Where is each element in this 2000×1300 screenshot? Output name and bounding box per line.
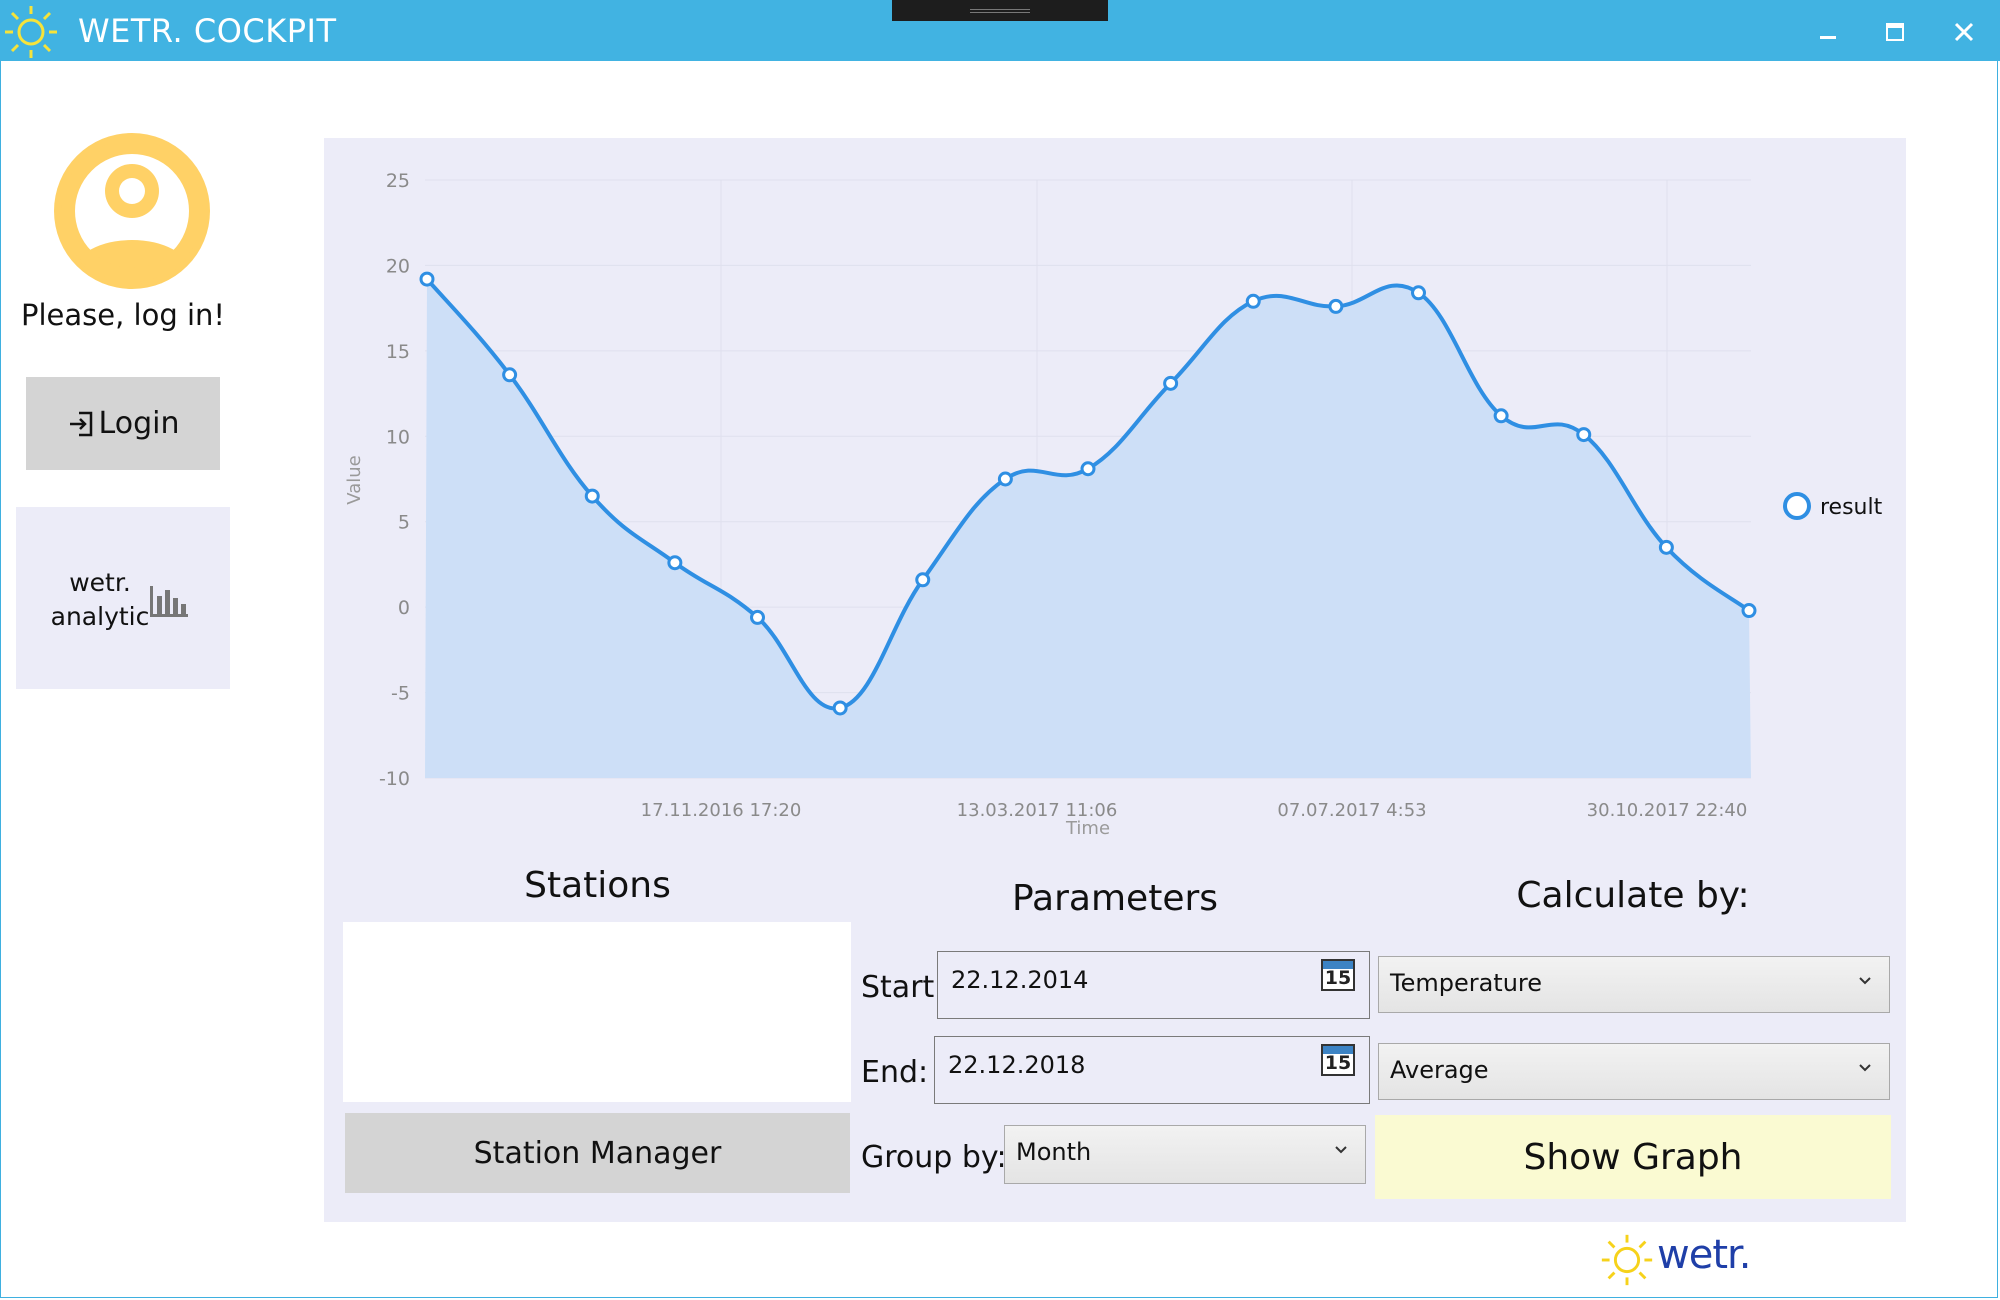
data-point[interactable] bbox=[1411, 285, 1426, 301]
analytic-label-line2: analytic bbox=[50, 602, 150, 631]
data-point[interactable] bbox=[915, 572, 931, 588]
y-tick-label: 20 bbox=[386, 255, 410, 277]
parameter-value: Temperature bbox=[1390, 969, 1543, 997]
data-point[interactable] bbox=[1328, 298, 1344, 314]
legend[interactable]: result bbox=[1783, 492, 1883, 520]
station-manager-button[interactable]: Station Manager bbox=[345, 1113, 850, 1193]
calculate-title: Calculate by: bbox=[1516, 875, 1750, 916]
calculation-value: Average bbox=[1390, 1056, 1489, 1084]
group-by-select[interactable]: Month bbox=[1004, 1125, 1366, 1184]
y-tick-label: 5 bbox=[398, 512, 410, 534]
start-date-value: 22.12.2014 bbox=[951, 966, 1089, 994]
bar-chart-icon bbox=[150, 586, 188, 617]
y-tick-label: 25 bbox=[386, 170, 410, 192]
group-by-label: Group by: bbox=[861, 1140, 1007, 1175]
sun-icon bbox=[1601, 1234, 1653, 1286]
login-prompt: Please, log in! bbox=[20, 298, 226, 332]
close-icon bbox=[1954, 22, 1974, 42]
data-point[interactable] bbox=[1658, 539, 1674, 555]
drag-handle[interactable] bbox=[892, 0, 1108, 21]
brand-logo-text: wetr. bbox=[1657, 1232, 1751, 1278]
y-tick-label: 0 bbox=[398, 597, 410, 619]
calendar-icon[interactable]: 15 bbox=[1321, 959, 1355, 991]
data-point[interactable] bbox=[502, 367, 518, 383]
data-point[interactable] bbox=[667, 555, 683, 571]
data-point[interactable] bbox=[1080, 461, 1096, 477]
end-date-value: 22.12.2018 bbox=[948, 1051, 1086, 1079]
analytic-label-line1: wetr. bbox=[69, 568, 131, 597]
y-tick-label: -10 bbox=[379, 768, 410, 790]
minimize-icon bbox=[1820, 36, 1836, 39]
temperature-chart[interactable]: 25 20 15 10 5 0 -5 -10 17.11.2016 17:20 13.03.20… bbox=[324, 138, 1906, 848]
chevron-down-icon bbox=[1335, 1146, 1347, 1154]
x-tick-label: 17.11.2016 17:20 bbox=[641, 800, 802, 821]
maximize-icon bbox=[1886, 23, 1904, 41]
x-axis-ticks: 17.11.2016 17:20 13.03.2017 11:06 07.07.20… bbox=[641, 800, 1748, 821]
end-label: End: bbox=[861, 1055, 929, 1090]
data-point[interactable] bbox=[997, 471, 1013, 487]
login-button-label: Login bbox=[98, 406, 180, 441]
data-point[interactable] bbox=[832, 700, 848, 716]
start-date-picker[interactable]: 22.12.2014 15 bbox=[937, 951, 1370, 1019]
y-axis-label: Value bbox=[344, 455, 365, 504]
data-point[interactable] bbox=[1163, 375, 1179, 391]
close-button[interactable] bbox=[1942, 10, 1986, 54]
calendar-icon[interactable]: 15 bbox=[1321, 1044, 1355, 1076]
chevron-down-icon bbox=[1859, 977, 1871, 985]
calculation-select[interactable]: Average bbox=[1378, 1043, 1890, 1100]
maximize-button[interactable] bbox=[1873, 10, 1917, 54]
app-title: WETR. COCKPIT bbox=[78, 12, 337, 50]
analytic-label: wetr. analytic bbox=[40, 566, 160, 634]
legend-marker bbox=[1783, 492, 1811, 520]
y-axis-ticks: 25 20 15 10 5 0 -5 -10 bbox=[379, 170, 410, 790]
legend-label: result bbox=[1820, 495, 1883, 520]
sun-logo-icon bbox=[5, 6, 57, 58]
stations-list[interactable] bbox=[343, 922, 851, 1102]
x-axis-label: Time bbox=[1065, 818, 1110, 839]
data-point[interactable] bbox=[584, 488, 600, 504]
data-point[interactable] bbox=[1245, 293, 1261, 309]
minimize-button[interactable] bbox=[1806, 10, 1850, 54]
group-by-value: Month bbox=[1016, 1138, 1092, 1166]
chevron-down-icon bbox=[1859, 1064, 1871, 1072]
data-point[interactable] bbox=[1741, 603, 1757, 619]
y-tick-label: 10 bbox=[386, 426, 410, 448]
x-tick-label: 30.10.2017 22:40 bbox=[1587, 800, 1748, 821]
show-graph-button[interactable]: Show Graph bbox=[1375, 1115, 1891, 1199]
y-tick-label: 15 bbox=[386, 341, 410, 363]
user-avatar-icon bbox=[54, 133, 210, 289]
data-point[interactable] bbox=[1493, 408, 1509, 424]
stations-title: Stations bbox=[524, 865, 671, 906]
parameter-select[interactable]: Temperature bbox=[1378, 956, 1890, 1013]
data-point[interactable] bbox=[1576, 427, 1592, 443]
data-point[interactable] bbox=[419, 271, 435, 287]
login-button[interactable]: Login bbox=[26, 377, 220, 470]
x-tick-label: 07.07.2017 4:53 bbox=[1277, 800, 1426, 821]
start-label: Start: bbox=[861, 970, 945, 1005]
end-date-picker[interactable]: 22.12.2018 15 bbox=[934, 1036, 1370, 1104]
y-tick-label: -5 bbox=[391, 683, 410, 705]
data-point[interactable] bbox=[750, 609, 765, 625]
parameters-title: Parameters bbox=[1011, 878, 1219, 919]
sign-in-icon bbox=[69, 411, 92, 436]
